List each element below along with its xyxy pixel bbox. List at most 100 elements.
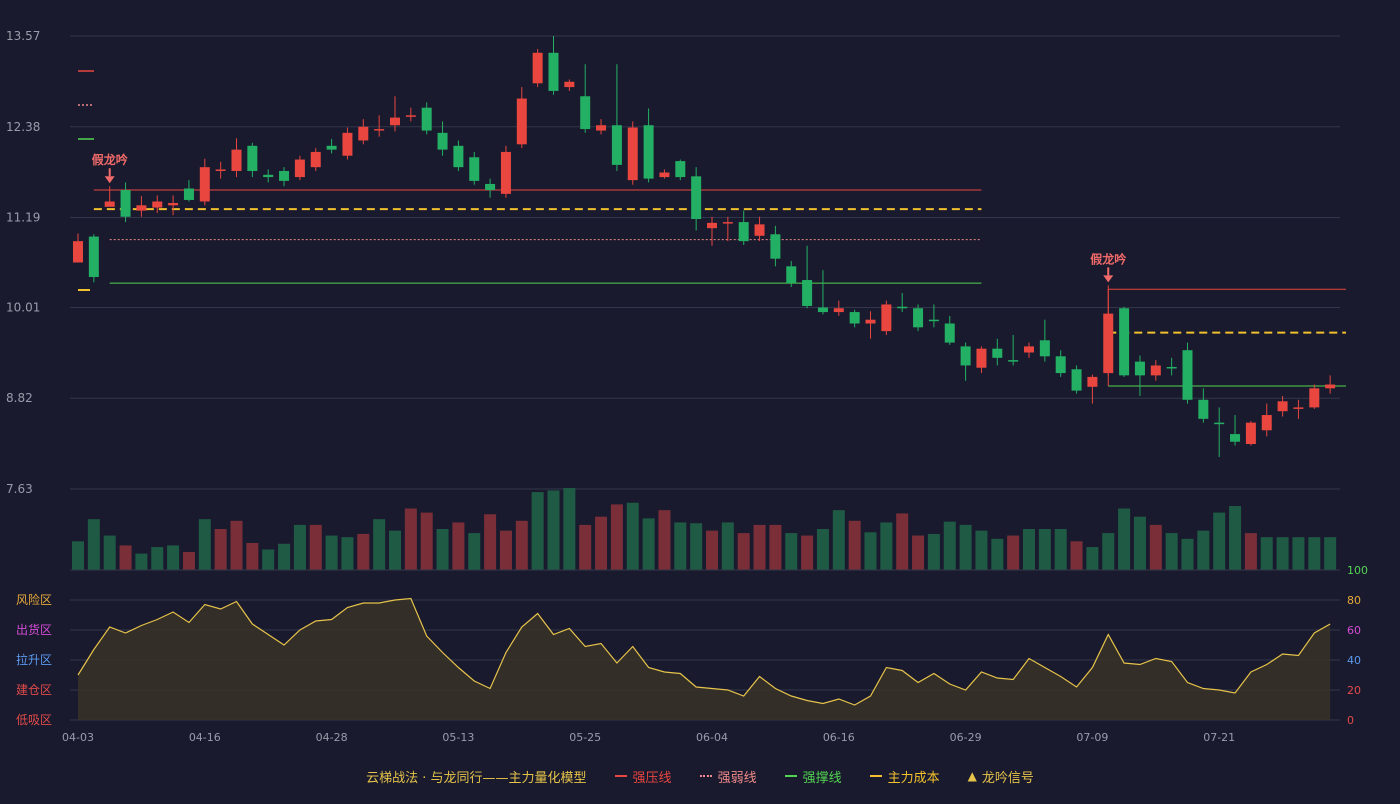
- candle-body: [294, 159, 305, 178]
- volume-bar: [262, 549, 275, 570]
- volume-bar: [626, 502, 639, 570]
- candle-body: [247, 145, 258, 171]
- candle-body: [358, 126, 369, 141]
- price-tick-label: 10.01: [6, 300, 40, 314]
- volume-bar: [690, 523, 703, 570]
- volume-bar: [87, 519, 100, 570]
- candle-body: [183, 188, 194, 200]
- triangle-icon: ▲: [967, 769, 977, 783]
- candle-body: [1134, 361, 1145, 376]
- oscillator-tick-label: 40: [1347, 654, 1361, 667]
- legend-item-support[interactable]: 强撑线: [784, 767, 842, 786]
- signal-label: 假龙吟: [1090, 251, 1126, 266]
- volume-bar: [214, 529, 227, 570]
- oscillator-area[interactable]: [77, 597, 1331, 721]
- date-tick-label: 06-16: [823, 731, 855, 744]
- volume-bar: [1197, 530, 1210, 570]
- volume-bars[interactable]: [72, 488, 1337, 570]
- legend-item-weak-pressure[interactable]: 强弱线: [699, 767, 757, 786]
- date-tick-label: 06-29: [950, 731, 982, 744]
- candle-body: [833, 308, 844, 313]
- candle-body: [564, 81, 575, 88]
- candle-body: [168, 203, 179, 206]
- volume-bar: [912, 535, 925, 570]
- candle-body: [722, 222, 733, 224]
- volume-bar: [896, 513, 909, 570]
- date-tick-label: 04-03: [62, 731, 94, 744]
- candle-body: [152, 201, 163, 208]
- risk-area-fill: [78, 598, 1331, 720]
- volume-bar: [1070, 541, 1083, 570]
- candle-body: [263, 174, 274, 178]
- candle-body: [659, 172, 670, 178]
- signal-arrow-icon: [104, 176, 115, 184]
- candle-body: [1008, 360, 1019, 362]
- volume-bar: [864, 532, 877, 570]
- volume-bar: [373, 519, 386, 570]
- candle-body: [73, 241, 83, 263]
- volume-bar: [1213, 512, 1226, 570]
- candle-body: [215, 169, 226, 171]
- zone-label: 建仓区: [16, 683, 52, 697]
- candle-body: [1309, 388, 1320, 408]
- candle-body: [897, 306, 908, 309]
- price-tick-label: 13.57: [6, 29, 40, 43]
- candle-body: [881, 304, 892, 332]
- candle-body: [310, 151, 321, 168]
- legend-title: 云梯战法 · 与龙同行——主力量化模型: [366, 770, 587, 786]
- legend-item-main-cost[interactable]: 主力成本: [869, 767, 940, 786]
- candle-body: [342, 132, 353, 156]
- candle-body: [992, 348, 1003, 358]
- volume-bar: [1007, 535, 1020, 570]
- candle-body: [1119, 308, 1130, 376]
- candle-body: [1293, 407, 1304, 409]
- oscillator-tick-label: 60: [1347, 624, 1361, 637]
- date-tick-label: 05-13: [442, 731, 474, 744]
- candle-body: [453, 145, 464, 168]
- volume-bar: [103, 535, 116, 570]
- volume-bar: [167, 545, 180, 570]
- candle-body: [516, 98, 527, 145]
- volume-bar: [1276, 537, 1289, 570]
- candle-body: [1024, 346, 1034, 353]
- volume-bar: [151, 547, 164, 570]
- volume-bar: [880, 522, 893, 570]
- volume-bar: [991, 538, 1004, 570]
- date-tick-label: 05-25: [569, 731, 601, 744]
- date-tick-label: 04-28: [316, 731, 348, 744]
- volume-bar: [1086, 547, 1099, 570]
- chart-stage: 13.57 12.38 11.19 10.01 8.82 7.63 假龙吟 假龙吟 100 8…: [0, 0, 1400, 800]
- volume-bar: [119, 545, 132, 570]
- legend-item-strong-pressure[interactable]: 强压线: [614, 767, 672, 786]
- volume-bar: [1118, 508, 1131, 570]
- volume-bar: [579, 524, 592, 570]
- volume-bar: [452, 522, 465, 570]
- legend-item-signal[interactable]: ▲ 龙吟信号: [968, 767, 1034, 786]
- volume-bar: [1133, 516, 1146, 570]
- volume-bar: [1181, 538, 1194, 570]
- solid-line-icon: [614, 775, 627, 777]
- legend-label: 强弱线: [717, 770, 757, 786]
- volume-bar: [801, 535, 814, 570]
- volume-bar: [595, 516, 608, 570]
- volume-bar: [832, 510, 845, 570]
- volume-bar: [72, 541, 84, 570]
- candle-body: [390, 117, 400, 126]
- candle-body: [817, 307, 828, 313]
- zone-label: 出货区: [16, 622, 52, 637]
- volume-bar: [642, 518, 655, 570]
- volume-bar: [278, 543, 291, 570]
- volume-bar: [753, 524, 766, 570]
- candle-body: [1245, 422, 1256, 445]
- zone-label: 拉升区: [16, 652, 52, 667]
- price-tick-label: 7.63: [6, 482, 33, 496]
- candle-body: [88, 236, 99, 277]
- volume-bar: [1308, 537, 1321, 570]
- volume-bar: [325, 535, 338, 570]
- volume-bar: [499, 530, 512, 570]
- candlestick-series[interactable]: [73, 36, 1336, 457]
- date-tick-label: 06-04: [696, 731, 728, 744]
- candle-body: [1039, 340, 1050, 357]
- volume-bar: [1149, 524, 1162, 570]
- candle-body: [421, 107, 432, 131]
